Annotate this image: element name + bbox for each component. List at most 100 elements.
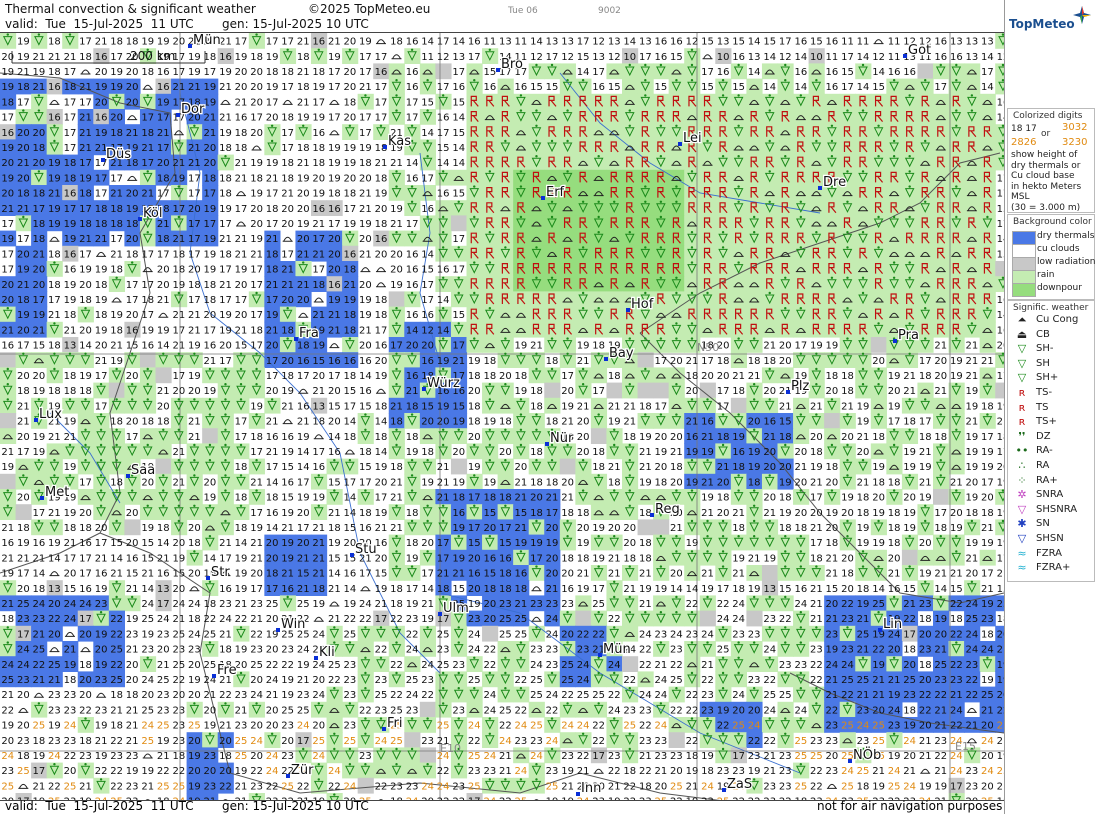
city-marker[interactable]: Saa: [126, 462, 156, 479]
svg-text:20: 20: [546, 553, 559, 564]
svg-text:21: 21: [64, 325, 77, 336]
city-marker[interactable]: Got: [903, 42, 932, 59]
svg-text:21: 21: [297, 584, 310, 595]
svg-text:14: 14: [266, 523, 279, 534]
svg-text:18: 18: [250, 432, 263, 443]
svg-text:17: 17: [188, 173, 201, 184]
svg-text:17: 17: [17, 629, 30, 640]
svg-text:20: 20: [328, 417, 341, 428]
city-marker[interactable]: Düs: [101, 146, 132, 163]
svg-text:22: 22: [639, 660, 652, 671]
svg-text:21: 21: [188, 417, 201, 428]
svg-text:19: 19: [468, 599, 481, 610]
background-label: dry thermals: [1037, 231, 1095, 241]
svg-text:16: 16: [48, 113, 61, 124]
svg-text:21: 21: [235, 97, 248, 108]
svg-text:18: 18: [235, 462, 248, 473]
city-marker[interactable]: Dre: [818, 174, 847, 191]
city-marker[interactable]: Bro: [496, 56, 524, 73]
svg-text:20: 20: [344, 173, 357, 184]
svg-text:21: 21: [966, 341, 979, 352]
city-marker[interactable]: Mün: [598, 641, 632, 658]
city-marker[interactable]: Bay: [604, 345, 635, 362]
svg-text:20: 20: [841, 584, 854, 595]
svg-text:19: 19: [235, 569, 248, 580]
svg-text:21: 21: [188, 158, 201, 169]
svg-text:21: 21: [390, 401, 403, 412]
svg-text:20: 20: [172, 538, 185, 549]
weather-map-canvas[interactable]: 19 18 17 21 18 18 19 19 20 21 21 21 17 17 17 21 16 21 20 19…: [0, 33, 1004, 800]
svg-text:21: 21: [79, 113, 92, 124]
city-marker[interactable]: Reg: [650, 501, 681, 518]
svg-text:19: 19: [48, 538, 61, 549]
svg-text:17: 17: [79, 477, 92, 488]
svg-text:17: 17: [172, 204, 185, 215]
svg-text:22: 22: [483, 645, 496, 656]
svg-text:19: 19: [110, 82, 123, 93]
svg-text:18: 18: [312, 143, 325, 154]
svg-text:23: 23: [375, 675, 388, 686]
svg-text:16: 16: [468, 569, 481, 580]
svg-text:17: 17: [1, 113, 14, 124]
svg-text:23: 23: [452, 705, 465, 716]
svg-text:17: 17: [266, 584, 279, 595]
svg-text:23: 23: [763, 614, 776, 625]
svg-text:19: 19: [64, 280, 77, 291]
svg-text:21: 21: [950, 690, 963, 701]
svg-text:15: 15: [779, 584, 792, 595]
city-marker[interactable]: Win: [276, 616, 307, 633]
svg-text:25: 25: [934, 660, 947, 671]
svg-text:14: 14: [997, 113, 1004, 124]
city-marker[interactable]: Ulm: [438, 600, 470, 617]
svg-text:21: 21: [297, 280, 310, 291]
svg-text:18: 18: [686, 371, 699, 382]
svg-text:20: 20: [779, 341, 792, 352]
city-marker[interactable]: Hof: [626, 296, 655, 313]
svg-text:14: 14: [33, 569, 46, 580]
svg-text:19: 19: [328, 143, 341, 154]
city-marker[interactable]: Würz: [422, 375, 461, 392]
svg-text:19: 19: [266, 52, 279, 63]
city-marker[interactable]: Zür: [286, 762, 315, 779]
topmeteo-logo[interactable]: TopMeteo: [1009, 6, 1093, 34]
svg-text:18: 18: [826, 371, 839, 382]
city-marker[interactable]: Lux: [34, 406, 64, 423]
svg-text:19: 19: [452, 553, 465, 564]
svg-text:18: 18: [312, 417, 325, 428]
svg-text:25: 25: [872, 599, 885, 610]
svg-text:17: 17: [701, 67, 714, 78]
svg-text:24: 24: [421, 660, 434, 671]
svg-text:17: 17: [95, 189, 108, 200]
city-marker[interactable]: Nür: [545, 430, 575, 447]
svg-text:21: 21: [266, 417, 279, 428]
city-marker[interactable]: Kas: [383, 133, 413, 150]
svg-text:24: 24: [966, 629, 979, 640]
svg-text:19: 19: [1, 143, 14, 154]
city-marker[interactable]: Met: [40, 484, 71, 501]
svg-text:23: 23: [344, 660, 357, 671]
svg-text:21: 21: [48, 675, 61, 686]
city-dot-icon: [604, 357, 608, 361]
svg-text:20: 20: [903, 660, 916, 671]
svg-text:16: 16: [950, 52, 963, 63]
svg-text:19: 19: [312, 113, 325, 124]
weather-map[interactable]: 19 18 17 21 18 18 19 19 20 21 21 21 17 17 17 21 16 21 20 19…: [0, 32, 1004, 801]
svg-text:19: 19: [204, 204, 217, 215]
svg-text:21: 21: [266, 690, 279, 701]
svg-text:20: 20: [826, 599, 839, 610]
city-marker[interactable]: ZaS: [722, 776, 753, 793]
svg-text:22: 22: [406, 629, 419, 640]
svg-text:17: 17: [64, 97, 77, 108]
svg-text:21: 21: [172, 310, 185, 321]
city-marker[interactable]: Dor: [176, 101, 206, 118]
city-marker[interactable]: NÖb: [848, 745, 882, 764]
svg-text:18: 18: [826, 462, 839, 473]
city-dot-icon: [286, 774, 290, 778]
svg-text:15: 15: [235, 341, 248, 352]
svg-text:23: 23: [530, 645, 543, 656]
svg-text:24: 24: [655, 675, 668, 686]
snow-icon: ✱: [1017, 517, 1027, 531]
svg-text:14: 14: [530, 37, 543, 48]
city-marker[interactable]: Mün: [188, 33, 222, 49]
svg-text:18: 18: [717, 432, 730, 443]
